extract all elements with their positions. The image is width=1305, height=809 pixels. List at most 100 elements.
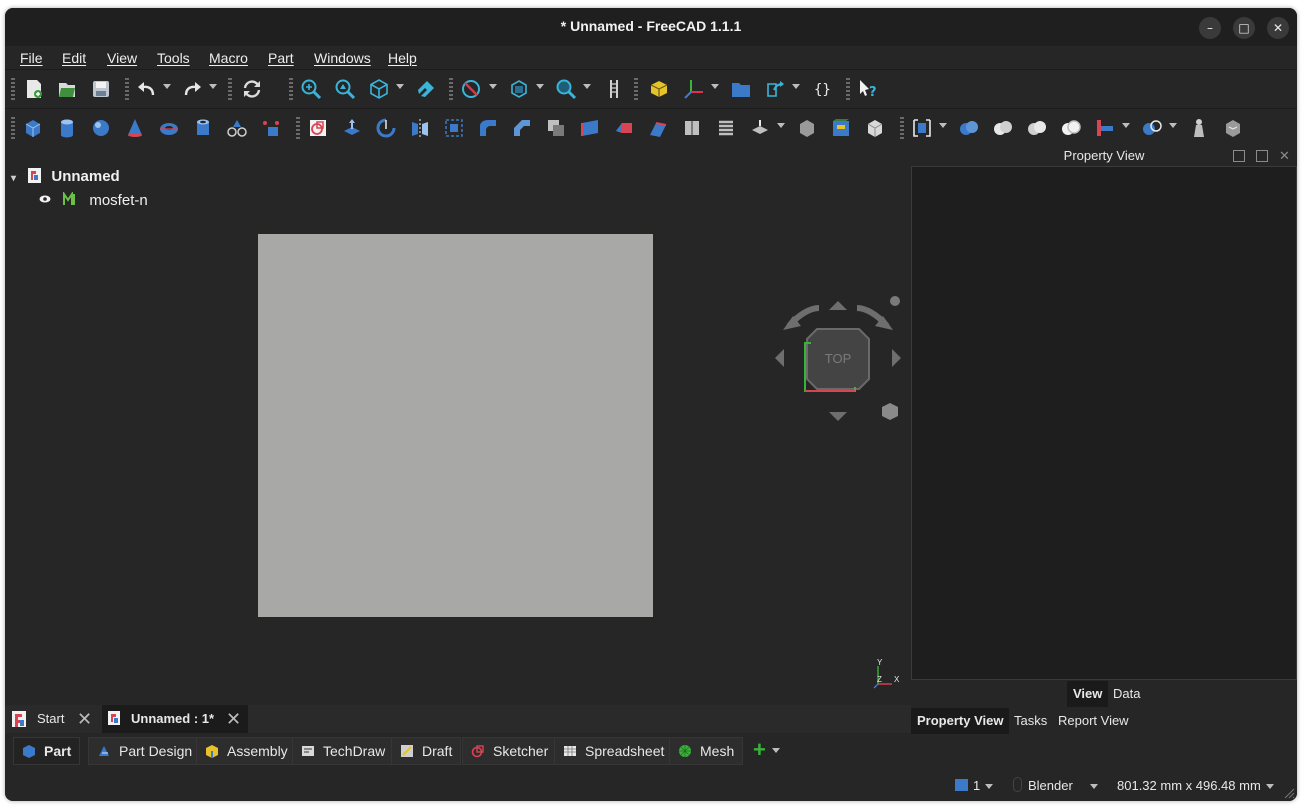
toolbar-grip[interactable] (900, 117, 904, 139)
split-icon[interactable] (1141, 117, 1163, 139)
minimize-button[interactable]: – (1199, 17, 1221, 39)
navigation-style[interactable]: Blender (1028, 778, 1073, 793)
datum-caret[interactable] (711, 84, 719, 89)
menu-file[interactable]: File (20, 50, 43, 66)
tab-tasks[interactable]: Tasks (1008, 708, 1053, 734)
view-dropdown-caret[interactable] (396, 84, 404, 89)
section-icon[interactable] (681, 117, 703, 139)
undo-icon[interactable] (136, 78, 158, 100)
revolve-icon[interactable] (375, 117, 397, 139)
nav-up-arrow-icon[interactable] (829, 301, 847, 310)
redo-icon[interactable] (181, 78, 203, 100)
doc-tab-unnamed[interactable]: Unnamed : 1* ✕ (102, 705, 248, 733)
menu-windows[interactable]: Windows (314, 50, 371, 66)
fillet-icon[interactable] (477, 117, 499, 139)
make-face-icon[interactable] (545, 117, 567, 139)
isometric-view-icon[interactable] (368, 78, 390, 100)
nav-right-arrow-icon[interactable] (892, 349, 901, 367)
menu-part[interactable]: Part (268, 50, 294, 66)
create-datum-icon[interactable] (683, 78, 705, 100)
workbench-assembly[interactable]: Assembly (196, 737, 297, 765)
menu-help[interactable]: Help (388, 50, 417, 66)
workbench-mesh[interactable]: Mesh (669, 737, 744, 765)
panel-close-button[interactable]: ✕ (1279, 148, 1290, 164)
tab-property-view[interactable]: Property View (911, 708, 1010, 734)
bounding-box-icon[interactable] (508, 78, 530, 100)
cross-sections-icon[interactable] (715, 117, 737, 139)
viewport-gray-rectangle[interactable] (258, 234, 653, 617)
tab-data[interactable]: Data (1107, 681, 1146, 707)
dimension-caret[interactable] (1266, 784, 1274, 789)
bounding-box-caret[interactable] (536, 84, 544, 89)
toolbar-grip[interactable] (228, 78, 232, 100)
menu-macro[interactable]: Macro (209, 50, 248, 66)
ruled-surface-icon[interactable] (579, 117, 601, 139)
tube-icon[interactable] (192, 117, 214, 139)
workbench-part[interactable]: Part (13, 737, 81, 765)
save-document-icon[interactable] (90, 78, 112, 100)
zoom-caret[interactable] (583, 84, 591, 89)
panel-restore-button[interactable] (1256, 150, 1268, 162)
create-sketch-icon[interactable] (307, 117, 329, 139)
nav-menu-dot-icon[interactable] (890, 296, 900, 306)
mirror-icon[interactable] (409, 117, 431, 139)
solid-icon[interactable] (830, 117, 852, 139)
workbench-spreadsheet[interactable]: Spreadsheet (554, 737, 674, 765)
common-icon[interactable] (1026, 117, 1048, 139)
visibility-eye-icon[interactable] (39, 195, 51, 203)
thickness-caret[interactable] (777, 123, 785, 128)
measure-icon[interactable] (415, 78, 437, 100)
maximize-button[interactable]: □ (1233, 17, 1255, 39)
loft-icon[interactable] (613, 117, 635, 139)
toolbar-grip[interactable] (289, 78, 293, 100)
toolbar-grip[interactable] (634, 78, 638, 100)
new-document-icon[interactable] (23, 78, 45, 100)
expression-icon[interactable]: {} (811, 78, 833, 100)
panel-float-button[interactable] (1233, 150, 1245, 162)
close-button[interactable]: ✕ (1267, 17, 1289, 39)
booleans-icon[interactable] (911, 117, 933, 139)
thickness-icon[interactable] (749, 117, 771, 139)
chamfer-icon[interactable] (511, 117, 533, 139)
intersection-icon[interactable] (1060, 117, 1082, 139)
view-menu-cube-icon[interactable] (882, 403, 898, 420)
menu-edit[interactable]: Edit (62, 50, 86, 66)
add-workbench-button[interactable]: + (753, 737, 766, 763)
workbench-draft[interactable]: Draft (391, 737, 462, 765)
primitives-icon[interactable] (226, 117, 248, 139)
redo-dropdown-caret[interactable] (209, 84, 217, 89)
cone-icon[interactable] (124, 117, 146, 139)
defeaturing-icon[interactable] (1222, 117, 1244, 139)
navigation-cube[interactable]: TOP (775, 296, 905, 426)
nav-style-caret[interactable] (1090, 784, 1098, 789)
toolbar-grip[interactable] (11, 117, 15, 139)
join-features-icon[interactable] (1094, 117, 1116, 139)
join-caret[interactable] (1122, 123, 1130, 128)
link-caret[interactable] (792, 84, 800, 89)
undo-dropdown-caret[interactable] (163, 84, 171, 89)
collapse-arrow-icon[interactable]: ▾ (11, 173, 16, 184)
workbench-part-design[interactable]: Part Design (88, 737, 202, 765)
tree-item-mosfet-n[interactable]: mosfet-n (39, 190, 148, 209)
workbench-techdraw[interactable]: TechDraw (292, 737, 395, 765)
check-geometry-icon[interactable] (1188, 117, 1210, 139)
sphere-icon[interactable] (90, 117, 112, 139)
menu-tools[interactable]: Tools (157, 50, 190, 66)
fit-selection-icon[interactable] (334, 78, 356, 100)
workbench-sketcher[interactable]: Sketcher (462, 737, 558, 765)
cylinder-icon[interactable] (56, 117, 78, 139)
tab-view[interactable]: View (1067, 681, 1109, 707)
nav-down-arrow-icon[interactable] (829, 412, 847, 421)
compound-icon[interactable] (864, 117, 886, 139)
box-icon[interactable] (22, 117, 44, 139)
refresh-icon[interactable] (241, 78, 263, 100)
zoom-icon[interactable] (555, 78, 577, 100)
shape-builder-icon[interactable] (260, 117, 282, 139)
resize-grip-icon[interactable] (1283, 787, 1295, 799)
draw-style-caret[interactable] (489, 84, 497, 89)
fuse-icon[interactable] (958, 117, 980, 139)
toolbar-grip[interactable] (449, 78, 453, 100)
toolbar-grip[interactable] (296, 117, 300, 139)
page-caret[interactable] (985, 784, 993, 789)
cut-icon[interactable] (992, 117, 1014, 139)
